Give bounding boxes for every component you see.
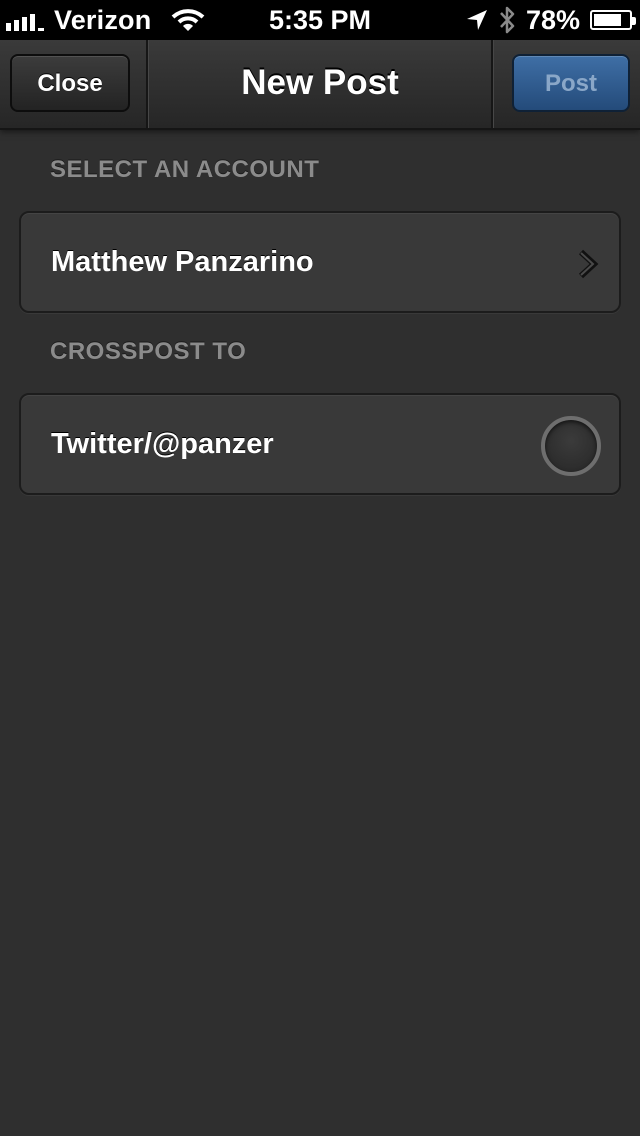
account-section-header: SELECT AN ACCOUNT xyxy=(50,156,320,183)
account-name: Matthew Panzarino xyxy=(51,246,314,278)
nav-bar: Close New Post Post xyxy=(0,40,640,130)
battery-icon xyxy=(590,10,636,30)
page-title: New Post xyxy=(241,63,399,102)
crosspost-cell[interactable]: Twitter/@panzer xyxy=(19,393,621,495)
account-cell[interactable]: Matthew Panzarino xyxy=(19,211,621,313)
post-button[interactable]: Post xyxy=(512,54,630,112)
crosspost-toggle[interactable] xyxy=(541,416,601,476)
status-right: 78% xyxy=(466,0,636,40)
nav-divider-left xyxy=(146,40,149,128)
crosspost-target: Twitter/@panzer xyxy=(51,428,274,460)
battery-fill xyxy=(594,14,621,26)
crosspost-section-header: CROSSPOST TO xyxy=(50,338,247,365)
status-bar: Verizon 5:35 PM 78% xyxy=(0,0,640,40)
battery-percent: 78% xyxy=(525,4,580,35)
nav-divider-right xyxy=(491,40,494,128)
bluetooth-icon xyxy=(500,6,515,34)
location-icon xyxy=(466,10,487,30)
close-button[interactable]: Close xyxy=(10,54,130,112)
chevron-right-icon xyxy=(578,249,599,279)
